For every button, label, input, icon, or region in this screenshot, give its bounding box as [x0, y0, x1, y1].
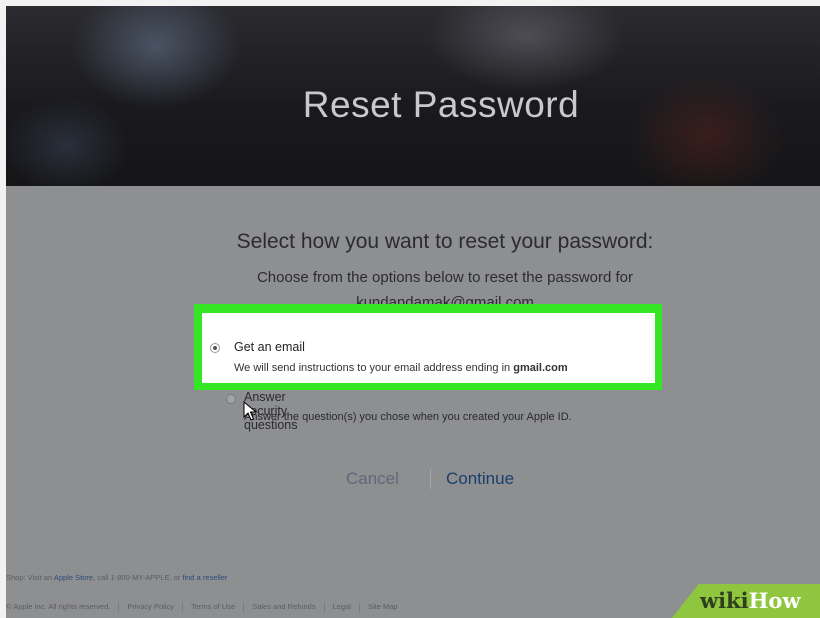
security-radio[interactable]	[226, 394, 236, 404]
email-option-description: We will send instructions to your email …	[234, 362, 568, 374]
email-domain: gmail.com	[513, 362, 568, 374]
sales-refunds-link[interactable]: Sales and Refunds	[252, 602, 315, 611]
email-radio[interactable]	[210, 343, 220, 353]
reset-heading: Select how you want to reset your passwo…	[236, 230, 654, 253]
security-option-description: Answer the question(s) you chose when yo…	[244, 411, 572, 423]
privacy-policy-link[interactable]: Privacy Policy	[127, 602, 174, 611]
email-option-label: Get an email	[234, 340, 305, 354]
continue-button[interactable]: Continue	[446, 469, 514, 489]
wikihow-logo: wikiHow	[700, 588, 801, 613]
option-get-email[interactable]: Get an email We will send instructions t…	[202, 313, 655, 383]
button-divider	[430, 469, 431, 489]
hero-banner: Reset Password	[6, 6, 820, 186]
footer-legal-line: © Apple Inc. All rights reserved. Privacy…	[6, 602, 398, 612]
legal-link[interactable]: Legal	[333, 602, 351, 611]
apple-store-link[interactable]: Apple Store	[54, 573, 93, 582]
find-reseller-link[interactable]: find a reseller	[182, 573, 227, 582]
site-map-link[interactable]: Site Map	[368, 602, 398, 611]
copyright: © Apple Inc. All rights reserved.	[6, 602, 111, 611]
page-title: Reset Password	[302, 84, 580, 125]
cancel-button[interactable]: Cancel	[346, 469, 399, 489]
browser-page: Reset Password Select how you want to re…	[6, 6, 820, 618]
reset-intro: Choose from the options below to reset t…	[256, 269, 634, 286]
mouse-cursor-icon	[243, 401, 257, 421]
terms-of-use-link[interactable]: Terms of Use	[191, 602, 235, 611]
footer-shop-line: Shop: Visit an Apple Store, call 1-800-M…	[6, 573, 228, 582]
